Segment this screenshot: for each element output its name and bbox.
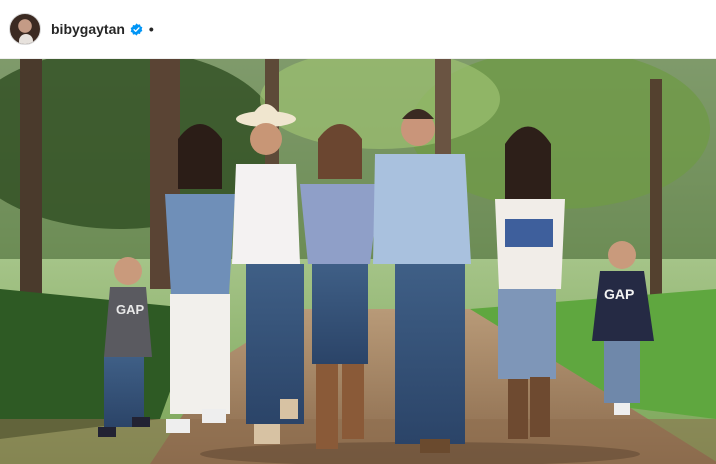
svg-text:GAP: GAP [116, 302, 145, 317]
svg-text:GAP: GAP [604, 286, 634, 302]
profile-avatar[interactable] [9, 13, 41, 45]
post-header: bibygaytan • [0, 0, 716, 59]
post-photo[interactable]: GAP GAP [0, 59, 716, 464]
username-link[interactable]: bibygaytan [51, 21, 125, 37]
separator-dot: • [148, 21, 154, 37]
verified-badge-icon [130, 22, 143, 36]
